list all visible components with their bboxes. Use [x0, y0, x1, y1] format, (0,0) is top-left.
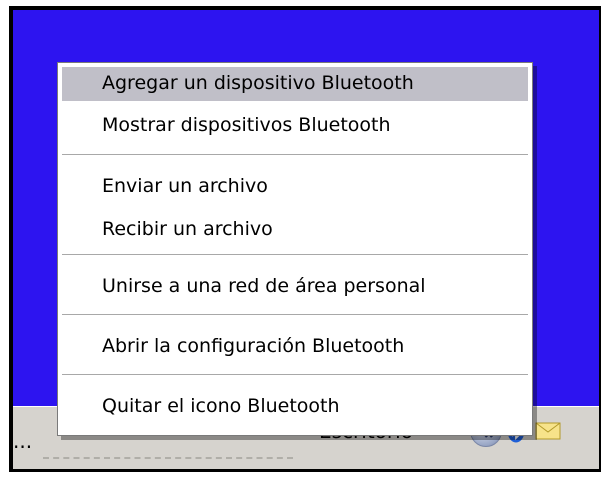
- menu-separator: [62, 154, 528, 156]
- menu-separator: [62, 254, 528, 256]
- menu-separator: [62, 314, 528, 316]
- menu-item-label: Recibir un archivo: [102, 218, 273, 240]
- menu-item-label: Mostrar dispositivos Bluetooth: [102, 114, 391, 136]
- menu-item-label: Enviar un archivo: [102, 175, 268, 197]
- mail-icon[interactable]: [535, 421, 561, 441]
- menu-item-send-file[interactable]: Enviar un archivo: [62, 170, 528, 204]
- menu-item-receive-file[interactable]: Recibir un archivo: [62, 213, 528, 247]
- bluetooth-context-menu: Agregar un dispositivo Bluetooth Mostrar…: [57, 62, 533, 436]
- menu-item-label: Agregar un dispositivo Bluetooth: [102, 72, 414, 94]
- taskbar-overflow[interactable]: ...: [13, 429, 32, 453]
- menu-item-open-bluetooth-settings[interactable]: Abrir la configuración Bluetooth: [62, 330, 528, 364]
- menu-item-label: Abrir la configuración Bluetooth: [102, 335, 405, 357]
- menu-item-join-personal-area-network[interactable]: Unirse a una red de área personal: [62, 270, 528, 304]
- taskbar-divider: [43, 457, 293, 459]
- menu-separator: [62, 374, 528, 376]
- menu-item-remove-bluetooth-icon[interactable]: Quitar el icono Bluetooth: [62, 390, 528, 424]
- menu-item-label: Quitar el icono Bluetooth: [102, 395, 340, 417]
- menu-item-show-bluetooth-devices[interactable]: Mostrar dispositivos Bluetooth: [62, 109, 528, 143]
- menu-item-label: Unirse a una red de área personal: [102, 275, 426, 297]
- menu-item-add-bluetooth-device[interactable]: Agregar un dispositivo Bluetooth: [62, 67, 528, 101]
